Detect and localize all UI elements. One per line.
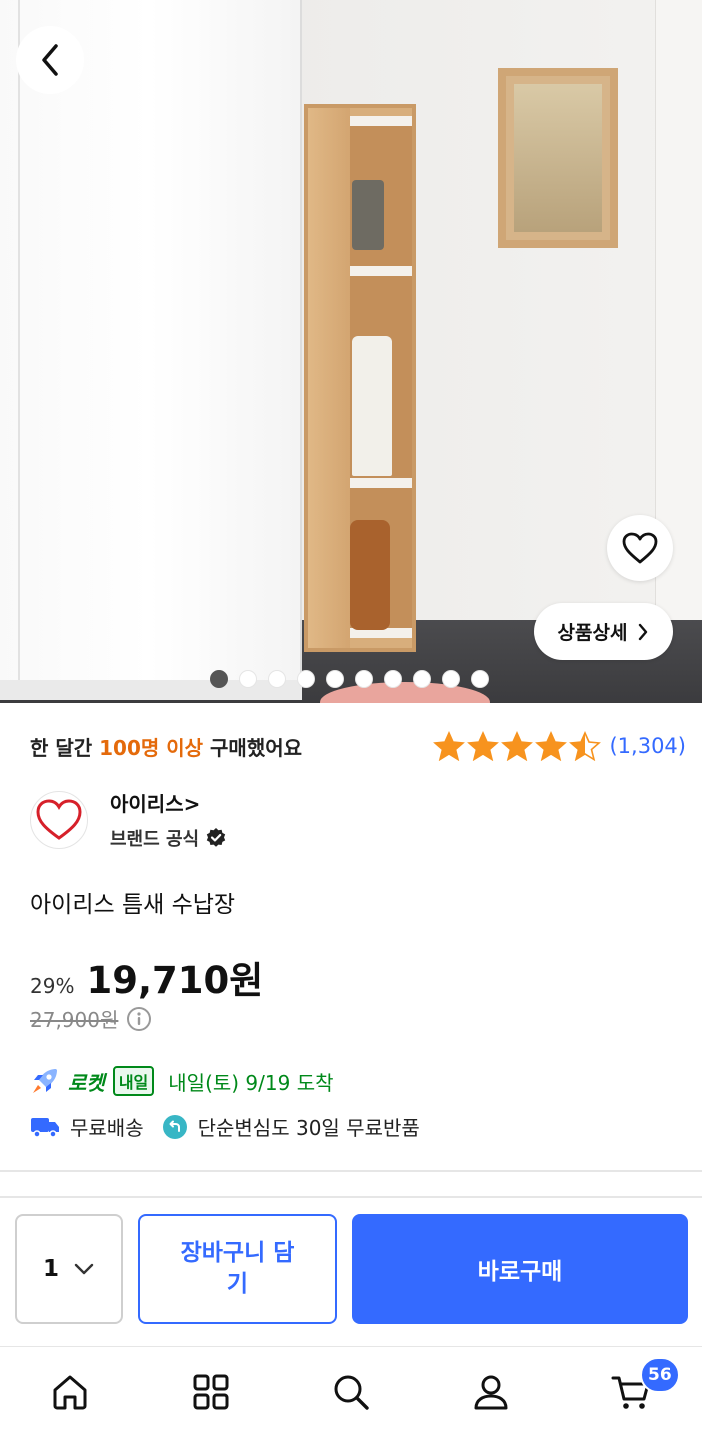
sale-price: 19,710원 [86,959,264,1002]
free-shipping: 무료배송 [70,1116,144,1140]
frame-picture [514,84,602,232]
seller-name[interactable]: 아이리스> [110,788,227,817]
rocket-icon [33,1069,57,1093]
review-count[interactable]: (1,304) [609,734,686,758]
buy-now-label: 바로구매 [477,1259,563,1285]
bottom-nav [0,1346,702,1440]
star-icon [535,731,568,761]
heart-icon [622,532,658,564]
quantity-select[interactable]: 1 [15,1214,123,1324]
pagination-dot [442,670,460,688]
pagination-dot [210,670,228,688]
image-bag [350,520,390,630]
nav-my-account[interactable] [466,1367,516,1417]
pagination-dot [297,670,315,688]
chevron-right-icon [639,623,648,640]
seller-text: 아이리스> 브랜드 공식 [110,788,227,851]
brand-official: 브랜드 공식 [110,825,227,851]
purchase-suffix: 구매했어요 [203,735,303,760]
grid-icon [193,1374,229,1410]
discount-rate: 29% [30,974,75,998]
quantity-value: 1 [42,1256,59,1282]
pagination-dot [326,670,344,688]
cart-count-badge: 56 [640,1357,680,1393]
nav-home[interactable] [45,1367,95,1417]
original-price-row: 27,900원 [30,1004,152,1033]
summary-row: 한 달간 100명 이상 구매했어요 (1,304) [30,729,686,763]
divider [0,1170,702,1172]
pagination-dot [413,670,431,688]
arrival-date: 내일(토) 9/19 도착 [168,1070,334,1095]
product-detail-label: 상품상세 [557,622,628,644]
wishlist-button[interactable] [607,515,673,581]
pagination-dot [471,670,489,688]
star-icon [569,731,602,761]
product-detail-button[interactable]: 상품상세 [534,603,673,660]
wardrobe-seam [18,0,20,690]
shelf-board [350,478,412,488]
shipping-info: 무료배송 단순변심도 30일 무료반품 [30,1112,420,1141]
nav-category[interactable] [186,1367,236,1417]
verified-badge-icon [206,828,226,847]
pagination-dot [355,670,373,688]
add-to-cart-button[interactable]: 장바구니 담기 [138,1214,337,1324]
nav-search[interactable] [326,1367,376,1417]
add-to-cart-label: 장바구니 담기 [180,1240,295,1297]
star-icon [433,731,466,761]
pagination-dot [268,670,286,688]
shelf-board [350,266,412,276]
brand-logo[interactable] [30,790,88,849]
free-return: 단순변심도 30일 무료반품 [197,1116,420,1140]
rating-stars [433,731,602,761]
pagination-dot [384,670,402,688]
image-picture-frame [498,68,618,248]
buy-now-button[interactable]: 바로구매 [352,1214,688,1324]
search-icon [334,1375,369,1410]
price-row: 29% 19,710원 [30,950,263,1004]
image-pagination [210,670,489,688]
image-box [352,336,392,476]
product-title: 아이리스 틈새 수납장 [30,892,236,918]
image-wardrobe [0,0,302,700]
return-icon [162,1114,187,1139]
rating[interactable]: (1,304) [433,731,686,761]
tomorrow-badge: 내일 [112,1066,155,1096]
purchase-highlight: 100명 이상 [99,735,204,760]
original-price: 27,900원 [30,1008,119,1032]
star-icon [467,731,500,761]
truck-icon [31,1117,59,1138]
info-icon[interactable] [126,1006,152,1032]
divider [0,1196,702,1198]
brand-official-label: 브랜드 공식 [110,829,200,850]
back-button[interactable] [16,26,84,94]
seller-info[interactable]: 아이리스> 브랜드 공식 [30,788,227,851]
chevron-left-icon [42,44,58,76]
home-icon [53,1375,87,1410]
chevron-down-icon [74,1263,94,1275]
shelf-board [350,116,412,126]
pagination-dot [239,670,257,688]
rocket-delivery: 로켓 내일 내일(토) 9/19 도착 [30,1066,334,1096]
shelf-side [308,108,350,648]
product-image[interactable] [0,0,702,703]
user-icon [474,1375,508,1410]
purchase-prefix: 한 달간 [30,735,100,760]
purchase-count-text: 한 달간 100명 이상 구매했어요 [30,732,302,761]
rocket-label: 로켓 [68,1070,105,1095]
brand-logo-icon [36,798,82,840]
image-bottle [352,180,384,250]
star-icon [501,731,534,761]
